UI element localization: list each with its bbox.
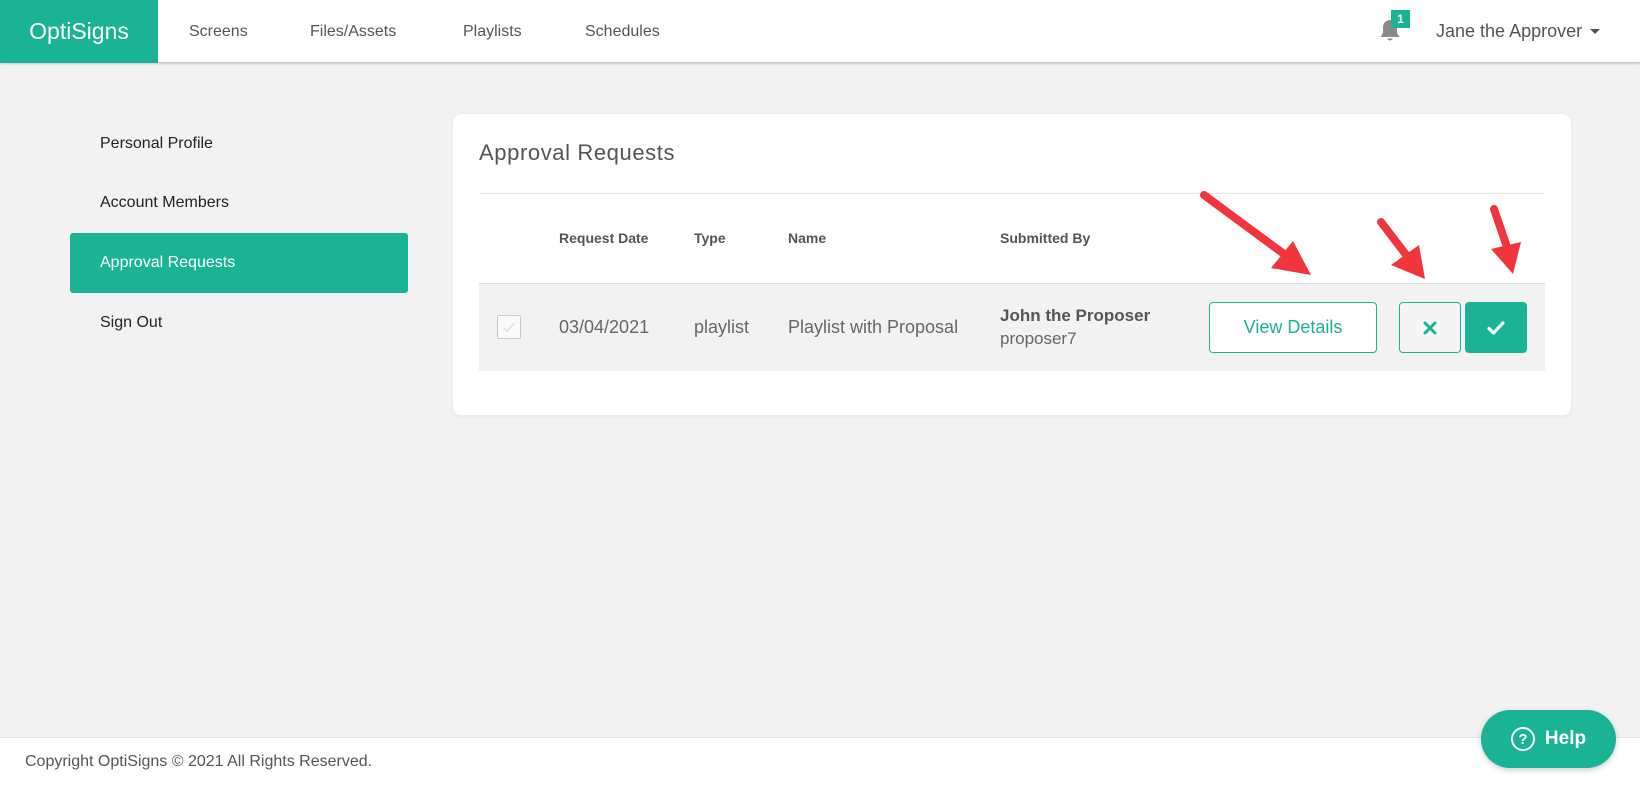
nav-link-playlists[interactable]: Playlists — [463, 0, 522, 63]
check-icon — [502, 322, 516, 333]
nav-link-screens[interactable]: Screens — [189, 0, 248, 63]
request-date-cell: 03/04/2021 — [559, 317, 650, 337]
sidebar-item-personal-profile[interactable]: Personal Profile — [70, 114, 408, 174]
help-label: Help — [1544, 728, 1587, 749]
page-title: Approval Requests — [479, 140, 676, 165]
notification-badge: 1 — [1391, 10, 1410, 28]
footer: Copyright OptiSigns © 2021 All Rights Re… — [0, 737, 1640, 785]
copyright-text: Copyright OptiSigns © 2021 All Rights Re… — [25, 753, 373, 770]
help-button[interactable]: ? Help — [1481, 710, 1616, 768]
approve-button[interactable] — [1465, 302, 1527, 353]
divider — [479, 193, 1545, 194]
submitted-by-name: John the Proposer — [1000, 306, 1151, 325]
submitted-by-username: proposer7 — [1000, 329, 1077, 348]
column-header-submitted-by[interactable]: Submitted By — [1000, 230, 1090, 246]
nav-link-schedules[interactable]: Schedules — [585, 0, 660, 63]
column-header-name[interactable]: Name — [788, 230, 826, 246]
sidebar-item-label: Account Members — [100, 194, 229, 211]
x-icon — [1423, 321, 1437, 334]
sidebar-item-label: Approval Requests — [100, 254, 236, 271]
caret-down-icon — [1590, 29, 1601, 34]
table-row: 03/04/2021 playlist Playlist with Propos… — [479, 283, 1545, 371]
reject-button[interactable] — [1399, 302, 1461, 353]
sidebar-item-approval-requests[interactable]: Approval Requests — [70, 233, 408, 293]
user-menu[interactable]: Jane the Approver — [1436, 0, 1601, 63]
row-checkbox[interactable] — [497, 315, 521, 339]
check-icon — [1487, 320, 1505, 335]
sidebar-item-account-members[interactable]: Account Members — [70, 173, 408, 233]
type-cell: playlist — [694, 317, 750, 337]
sidebar-item-label: Sign Out — [100, 314, 163, 331]
nav-link-files-assets[interactable]: Files/Assets — [310, 0, 396, 63]
column-header-type[interactable]: Type — [694, 230, 726, 246]
top-navbar: OptiSigns Screens Files/Assets Playlists… — [0, 0, 1640, 63]
name-cell: Playlist with Proposal — [788, 317, 959, 337]
column-header-request-date[interactable]: Request Date — [559, 230, 648, 246]
sidebar-item-sign-out[interactable]: Sign Out — [70, 293, 408, 353]
question-circle-icon: ? — [1510, 727, 1535, 751]
view-details-button[interactable]: View Details — [1209, 302, 1377, 353]
approval-requests-card: Approval Requests Request Date Type Name… — [453, 114, 1571, 415]
brand-logo[interactable]: OptiSigns — [0, 0, 158, 63]
sidebar-item-label: Personal Profile — [100, 135, 213, 152]
user-name: Jane the Approver — [1436, 21, 1583, 41]
